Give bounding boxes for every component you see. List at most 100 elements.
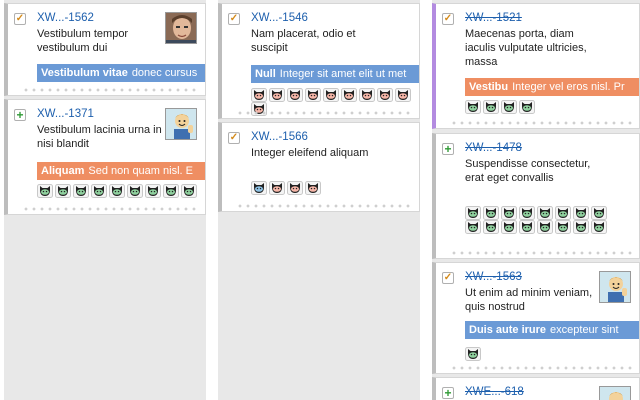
task-checkbox-icon: ✓ (228, 132, 240, 144)
octocat-green-icon (591, 206, 607, 220)
octocat-green-icon (573, 220, 589, 234)
card-xw-1563[interactable]: ✓ XW...-1563 Ut enim ad minim veniam, qu… (432, 262, 640, 374)
tag-text: Integer sit amet elit ut met (279, 68, 407, 80)
avatar-thumbsup[interactable] (599, 271, 631, 303)
tag-bar[interactable]: Null Integer sit amet elit ut met (251, 65, 419, 83)
octocat-pink-icon (395, 88, 411, 102)
add-icon: + (442, 143, 454, 155)
drag-handle[interactable] (236, 204, 413, 208)
octocat-green-icon (483, 206, 499, 220)
tag-label: Null (255, 68, 276, 80)
octocat-green-icon (483, 100, 499, 114)
octocat-green-icon (537, 206, 553, 220)
card-title: Maecenas porta, diam iaculis vulputate u… (465, 28, 587, 68)
octocat-green-icon (537, 220, 553, 234)
octocat-green-icon (55, 184, 71, 198)
card-id-link[interactable]: XW...-1371 (37, 108, 94, 120)
drag-handle[interactable] (450, 251, 633, 255)
card-xw-1546[interactable]: ✓ XW...-1546 Nam placerat, odio et susci… (218, 3, 420, 119)
octocat-pink-icon (323, 88, 339, 102)
card-id-link[interactable]: XW...-1521 (465, 12, 522, 24)
tag-text: excepteur sint (550, 324, 619, 336)
card-id-link[interactable]: XW...-1562 (37, 12, 94, 24)
octocat-green-icon (519, 100, 535, 114)
badge-row (37, 184, 201, 198)
tag-label: Vestibulum vitae (41, 67, 128, 79)
octocat-pink-icon (287, 88, 303, 102)
card-title: Suspendisse consectetur, erat eget conva… (465, 158, 591, 184)
badge-row (465, 100, 635, 114)
octocat-green-icon (73, 184, 89, 198)
drag-handle[interactable] (450, 366, 633, 370)
octocat-green-icon (483, 220, 499, 234)
badge-row (465, 347, 635, 361)
octocat-pink-icon (269, 181, 285, 195)
octocat-green-icon (465, 347, 481, 361)
octocat-green-icon (465, 100, 481, 114)
tag-text: donec cursus (131, 67, 198, 79)
card-id-link[interactable]: XW...-1563 (465, 271, 522, 283)
avatar-thumbsup[interactable] (165, 108, 197, 140)
octocat-pink-icon (287, 181, 303, 195)
octocat-green-icon (555, 206, 571, 220)
card-id-link[interactable]: XW...-1478 (465, 142, 522, 154)
octocat-green-icon (555, 220, 571, 234)
octocat-pink-icon (341, 88, 357, 102)
avatar-thumbsup[interactable] (599, 386, 631, 400)
badge-row (465, 206, 615, 234)
octocat-green-icon (127, 184, 143, 198)
tag-bar[interactable]: Aliquam Sed non quam nisl. E (37, 162, 205, 180)
octocat-green-icon (519, 220, 535, 234)
octocat-green-icon (181, 184, 197, 198)
card-xw-1478[interactable]: + XW...-1478 Suspendisse consectetur, er… (432, 133, 640, 259)
octocat-pink-icon (251, 88, 267, 102)
tag-bar[interactable]: Duis aute irure excepteur sint (465, 321, 639, 339)
card-id-link[interactable]: XW...-1546 (251, 12, 308, 24)
octocat-pink-icon (305, 88, 321, 102)
octocat-pink-icon (377, 88, 393, 102)
tag-bar[interactable]: Vestibu Integer vel eros nisl. Pr (465, 78, 639, 96)
card-id-link[interactable]: XW...-1566 (251, 131, 308, 143)
octocat-green-icon (91, 184, 107, 198)
octocat-green-icon (591, 220, 607, 234)
card-title: Nam placerat, odio et suscipit (251, 28, 356, 54)
tag-text: Integer vel eros nisl. Pr (512, 81, 625, 93)
octocat-pink-icon (269, 88, 285, 102)
avatar-photo[interactable] (165, 12, 197, 44)
tag-bar[interactable]: Vestibulum vitae donec cursus (37, 64, 205, 82)
board-column-2: ✓ XW...-1546 Nam placerat, odio et susci… (218, 0, 420, 400)
add-icon: + (442, 387, 454, 399)
drag-handle[interactable] (22, 88, 199, 92)
octocat-green-icon (109, 184, 125, 198)
card-title: Ut enim ad minim veniam, quis nostrud (465, 287, 593, 313)
octocat-green-icon (501, 206, 517, 220)
octocat-green-icon (573, 206, 589, 220)
octocat-green-icon (465, 206, 481, 220)
octocat-green-icon (37, 184, 53, 198)
octocat-pink-icon (359, 88, 375, 102)
octocat-green-icon (519, 206, 535, 220)
octocat-pink-icon (305, 181, 321, 195)
drag-handle[interactable] (22, 207, 199, 211)
board-column-3: ✓ XW...-1521 Maecenas porta, diam iaculi… (432, 0, 640, 400)
task-checkbox-icon: ✓ (442, 13, 454, 25)
drag-handle[interactable] (450, 121, 633, 125)
badge-row (251, 181, 415, 195)
drag-handle[interactable] (236, 111, 413, 115)
card-xwe-618[interactable]: + XWE...-618 (432, 377, 640, 400)
card-id-link[interactable]: XWE...-618 (465, 386, 524, 398)
card-title: Vestibulum tempor vestibulum dui (37, 28, 129, 54)
tag-label: Vestibu (469, 81, 509, 93)
card-xw-1371[interactable]: + XW...-1371 Vestibulum lacinia urna in … (4, 99, 206, 215)
task-checkbox-icon: ✓ (228, 13, 240, 25)
octocat-blue-icon (251, 181, 267, 195)
card-xw-1521[interactable]: ✓ XW...-1521 Maecenas porta, diam iaculi… (432, 3, 640, 129)
card-title: Vestibulum lacinia urna in nisi blandit (37, 124, 162, 150)
octocat-green-icon (145, 184, 161, 198)
card-title: Integer eleifend aliquam (251, 147, 369, 159)
card-xw-1566[interactable]: ✓ XW...-1566 Integer eleifend aliquam (218, 122, 420, 212)
octocat-green-icon (465, 220, 481, 234)
card-xw-1562[interactable]: ✓ XW...-1562 Vestibulum tempor vestibulu… (4, 3, 206, 96)
octocat-green-icon (163, 184, 179, 198)
tag-text: Sed non quam nisl. E (88, 165, 193, 177)
